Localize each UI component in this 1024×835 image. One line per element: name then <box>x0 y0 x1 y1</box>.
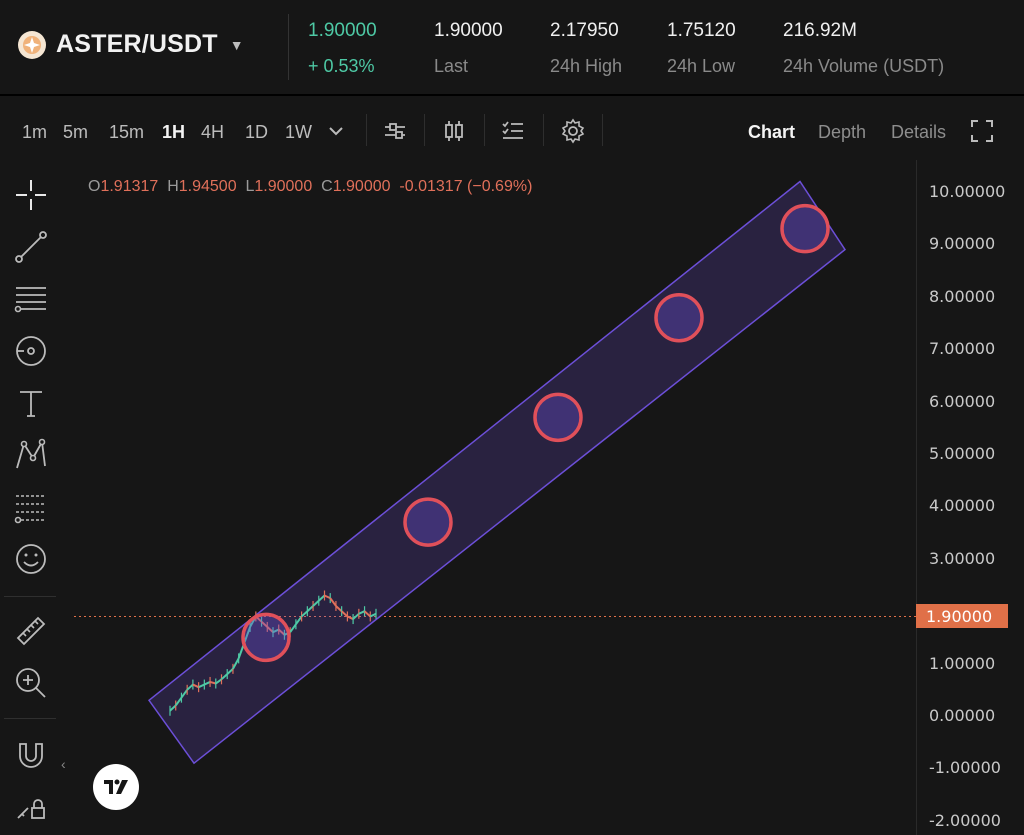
price-axis[interactable]: 10.00000 9.00000 8.00000 7.00000 6.00000… <box>916 160 1024 835</box>
trend-line-icon[interactable] <box>12 228 50 266</box>
ohlc-low: 1.90000 <box>254 178 313 195</box>
price-chart[interactable] <box>74 166 916 835</box>
chevron-down-icon[interactable]: ▼ <box>230 37 244 53</box>
tab-details[interactable]: Details <box>891 122 946 143</box>
stat-value: 1.75120 <box>667 20 736 41</box>
target-marker <box>780 203 830 254</box>
target-marker <box>654 293 704 343</box>
crosshair-icon[interactable] <box>12 176 50 214</box>
tab-depth[interactable]: Depth <box>818 122 866 143</box>
axis-tick: 4.00000 <box>929 496 996 515</box>
aster-coin-icon <box>18 30 46 59</box>
drawing-toolbar <box>0 166 62 835</box>
interval-1h[interactable]: 1H <box>162 122 185 143</box>
horizontal-lines-icon[interactable] <box>12 280 50 318</box>
pair-selector[interactable]: ASTER/USDT ▼ <box>18 30 244 59</box>
pair-name[interactable]: ASTER/USDT <box>56 30 218 59</box>
ohlc-legend: O1.91317 H1.94500 L1.90000 C1.90000 -0.0… <box>88 178 532 196</box>
stat-label: 24h High <box>550 56 623 76</box>
circle-shape-icon[interactable] <box>12 332 50 370</box>
ohlc-open: 1.91317 <box>100 178 159 195</box>
indicator-settings-icon[interactable] <box>382 118 408 144</box>
ohlc-close-label: C <box>321 178 333 195</box>
chevron-down-icon[interactable] <box>323 118 349 144</box>
stat-label: 24h Volume (USDT) <box>783 56 945 76</box>
target-marker <box>403 497 453 547</box>
interval-1d[interactable]: 1D <box>245 122 268 143</box>
collapse-toolbar-icon[interactable]: ‹ <box>61 756 66 772</box>
divider <box>484 114 485 146</box>
chart-area[interactable] <box>74 166 916 835</box>
divider <box>366 114 367 146</box>
price-block: 1.90000 + 0.53% <box>308 20 377 77</box>
axis-tick: 8.00000 <box>929 287 996 306</box>
tradingview-logo-icon[interactable] <box>93 764 139 810</box>
tab-chart[interactable]: Chart <box>748 122 795 143</box>
stat-24h-high: 2.17950 24h High <box>550 20 622 77</box>
target-marker <box>241 612 291 663</box>
emoji-icon[interactable] <box>12 540 50 578</box>
current-price: 1.90000 <box>308 20 377 41</box>
divider <box>543 114 544 146</box>
interval-1w[interactable]: 1W <box>285 122 312 143</box>
interval-15m[interactable]: 15m <box>109 122 144 143</box>
fibonacci-icon[interactable] <box>12 488 50 526</box>
fullscreen-icon[interactable] <box>969 118 995 144</box>
ohlc-change: -0.01317 (−0.69%) <box>399 178 533 195</box>
zoom-in-icon[interactable] <box>12 664 50 702</box>
interval-5m[interactable]: 5m <box>63 122 88 143</box>
ohlc-high: 1.94500 <box>178 178 237 195</box>
axis-tick: 6.00000 <box>929 392 996 411</box>
magnet-icon[interactable] <box>12 736 50 774</box>
stat-value: 216.92M <box>783 20 857 41</box>
divider <box>288 14 289 80</box>
current-price-tag: 1.90000 <box>916 604 1008 628</box>
axis-tick: 1.00000 <box>929 654 996 673</box>
axis-tick: 10.00000 <box>929 182 1006 201</box>
divider <box>602 114 603 146</box>
candlestick-icon[interactable] <box>441 118 467 144</box>
stat-value: 2.17950 <box>550 20 619 41</box>
stat-24h-volume: 216.92M 24h Volume (USDT) <box>783 20 944 77</box>
target-marker <box>533 392 583 443</box>
divider <box>424 114 425 146</box>
interval-4h[interactable]: 4H <box>201 122 224 143</box>
interval-1m[interactable]: 1m <box>22 122 47 143</box>
parallel-channel <box>147 180 847 765</box>
stat-label: Last <box>434 56 469 76</box>
axis-tick: 5.00000 <box>929 444 996 463</box>
axis-tick: 0.00000 <box>929 706 996 725</box>
stat-value: 1.90000 <box>434 20 503 41</box>
divider <box>4 596 56 597</box>
ohlc-high-label: H <box>167 178 179 195</box>
axis-tick: -1.00000 <box>929 758 1001 777</box>
stat-label: 24h Low <box>667 56 736 76</box>
indicators-list-icon[interactable] <box>500 118 526 144</box>
stat-24h-low: 1.75120 24h Low <box>667 20 736 77</box>
gear-icon[interactable] <box>560 118 586 144</box>
market-header: ASTER/USDT ▼ 1.90000 + 0.53% 1.90000 Las… <box>0 0 1024 96</box>
ohlc-open-label: O <box>88 178 101 195</box>
axis-tick: -2.00000 <box>929 811 1001 830</box>
ohlc-close: 1.90000 <box>332 178 391 195</box>
axis-tick: 3.00000 <box>929 549 996 568</box>
text-tool-icon[interactable] <box>12 384 50 422</box>
ruler-icon[interactable] <box>12 612 50 650</box>
divider <box>4 718 56 719</box>
axis-tick: 7.00000 <box>929 339 996 358</box>
pattern-tool-icon[interactable] <box>12 436 50 474</box>
axis-tick: 9.00000 <box>929 234 996 253</box>
lock-drawing-icon[interactable] <box>12 788 50 826</box>
stat-last: 1.90000 Last <box>434 20 503 77</box>
chart-toolbar: 1m 5m 15m 1H 4H 1D 1W Chart Depth Detail… <box>0 98 1024 164</box>
price-change: + 0.53% <box>308 56 375 76</box>
